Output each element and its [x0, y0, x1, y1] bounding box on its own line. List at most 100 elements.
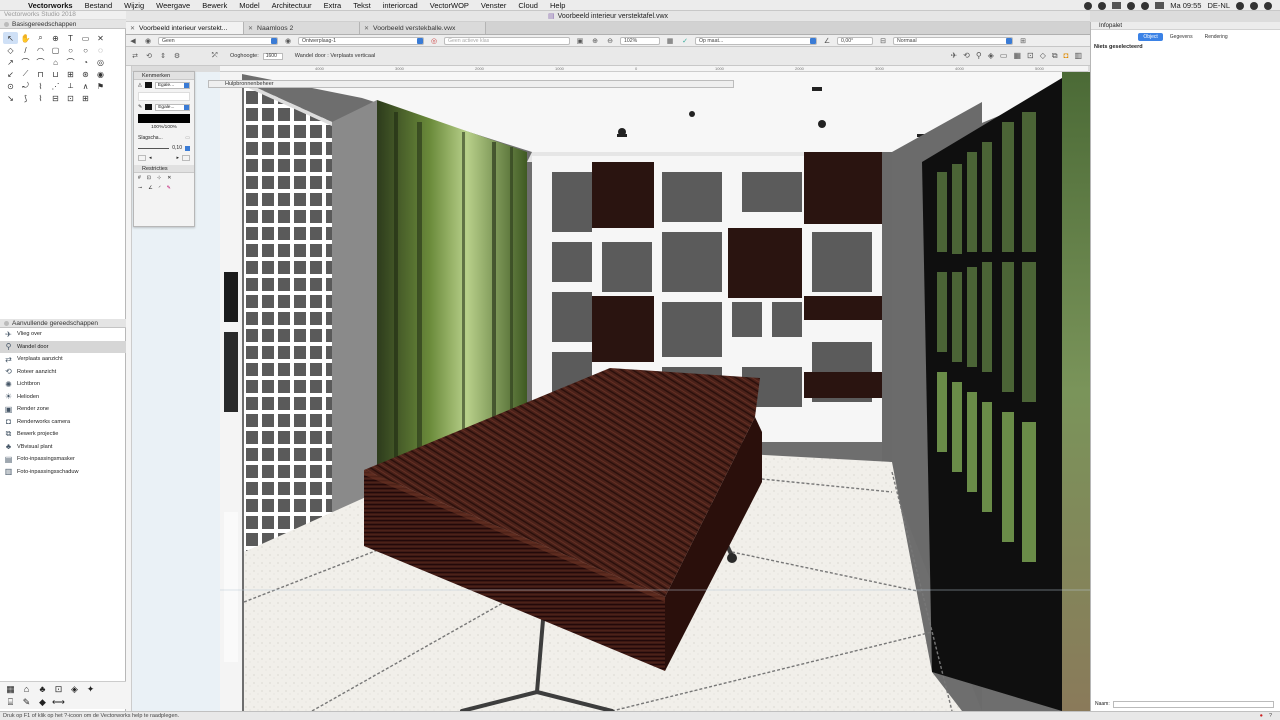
layers-icon[interactable]: ◇ [1040, 51, 1046, 61]
page-icon[interactable]: ▭ [1000, 51, 1008, 61]
tool-button[interactable]: ⌕ [33, 32, 48, 44]
rotate-icon[interactable]: ⟲ [963, 51, 970, 61]
aanvullende-item[interactable]: ⟲ Roteer aanzicht [0, 366, 126, 379]
menu-venster[interactable]: Venster [475, 1, 512, 10]
user-icon[interactable] [1250, 1, 1258, 10]
tool-button[interactable]: ✋ [18, 32, 33, 44]
layer-select[interactable]: Ontwerplaag-1 [298, 36, 424, 45]
menu-vectorwop[interactable]: VectorWOP [424, 1, 475, 10]
tool-button[interactable]: ⌇ [33, 80, 48, 92]
camera-reset-icon[interactable]: ⤱ [210, 52, 220, 61]
angle-icon[interactable]: ∠ [822, 36, 832, 45]
layer-visibility-icon[interactable]: ◉ [283, 36, 293, 45]
arrow-left-icon[interactable] [138, 155, 146, 161]
arrowhead-end-icon[interactable]: ▸ [176, 155, 179, 161]
toolset-render-icon[interactable]: ◈ [67, 683, 82, 695]
stack-icon[interactable]: ⧉ [1052, 51, 1058, 61]
input-locale[interactable]: DE-NL [1207, 1, 1230, 10]
mode-rotate-icon[interactable]: ⟲ [144, 52, 154, 61]
snap-intersection-icon[interactable]: ✕ [167, 175, 171, 181]
close-tab-icon[interactable]: ✕ [130, 25, 135, 32]
snap-point-icon[interactable]: ⊹ [157, 175, 161, 181]
snap-distance-icon[interactable]: ⊸ [138, 185, 142, 191]
arrow-right-icon[interactable] [182, 155, 190, 161]
tool-button[interactable]: ⌒ [33, 56, 48, 68]
doc-tab-1[interactable]: ✕ Voorbeeld interieur verstekt... [126, 22, 244, 34]
warning-icon[interactable]: ● [1260, 713, 1263, 719]
grid-icon[interactable]: ▦ [665, 36, 675, 45]
panel-icon[interactable]: ▥ [1074, 51, 1082, 61]
toolset-3d-icon[interactable]: ◆ [35, 696, 50, 708]
menu-app[interactable]: Vectorworks [22, 1, 79, 10]
toolset-building-icon[interactable]: ⌂ [19, 683, 34, 695]
doc-tab-2[interactable]: ✕ Naamloos 2 [244, 22, 360, 34]
clock[interactable]: Ma 09:55 [1170, 1, 1201, 10]
render-select[interactable]: Normaal [893, 36, 1013, 45]
aanvullende-item[interactable]: ♣ VBvisual plant [0, 441, 126, 454]
aanvullende-item[interactable]: ▥ Foto-inpassingsschaduw [0, 466, 126, 479]
tool-button[interactable]: ↙ [3, 68, 18, 80]
tool-button[interactable]: ◇ [3, 44, 18, 56]
zoom-out-icon[interactable]: ⊖ [605, 36, 615, 45]
tool-button[interactable]: ⊔ [48, 68, 63, 80]
active-class-icon[interactable]: ◎ [429, 36, 439, 45]
menu-tekst[interactable]: Tekst [347, 1, 377, 10]
active-class-select[interactable]: Geen actieve klas [444, 36, 570, 45]
snap-object-icon[interactable]: ⊡ [147, 175, 151, 181]
close-tab-icon[interactable]: ✕ [364, 25, 369, 32]
menu-bestand[interactable]: Bestand [79, 1, 119, 10]
volume-icon[interactable] [1141, 1, 1150, 10]
tab-rendering[interactable]: Rendering [1200, 33, 1233, 41]
tool-button[interactable]: ◠ [33, 44, 48, 56]
flyover-icon[interactable]: ✈ [950, 51, 957, 61]
toolset-detail-icon[interactable]: ⊡ [51, 683, 66, 695]
aanvullende-item[interactable]: ⇄ Verplaats aanzicht [0, 353, 126, 366]
toolset-dims-icon[interactable]: ⟷ [51, 696, 66, 708]
line-thickness-value[interactable]: 0,10 [172, 145, 182, 151]
aanvullende-item[interactable]: ◘ Renderworks camera [0, 416, 126, 429]
options-icon[interactable]: ⊞ [1018, 36, 1028, 45]
angle-field[interactable]: 0,00° [837, 36, 873, 45]
camera-icon[interactable]: ◘ [1064, 51, 1069, 61]
snap-grid-icon[interactable]: # [138, 175, 141, 181]
dropbox-icon[interactable] [1084, 1, 1093, 10]
snap-tangent-icon[interactable]: ◜ [159, 185, 161, 191]
menu-architectuur[interactable]: Architectuur [266, 1, 318, 10]
tool-button[interactable]: ⟆ [18, 92, 33, 104]
fill-swatch[interactable] [144, 82, 152, 88]
aanvullende-item[interactable]: ▣ Render zone [0, 403, 126, 416]
menu-cloud[interactable]: Cloud [512, 1, 544, 10]
aanvullende-item[interactable]: ▤ Foto-inpassingsmasker [0, 453, 126, 466]
tool-button[interactable]: ∧ [78, 80, 93, 92]
aanvullende-item[interactable]: ✈ Vlieg over [0, 328, 126, 341]
tool-button[interactable]: ◉ [93, 68, 108, 80]
name-field[interactable] [1112, 700, 1274, 708]
toolset-visual-icon[interactable]: ✦ [83, 683, 98, 695]
tool-button[interactable]: ↘ [3, 92, 18, 104]
eye-height-field[interactable]: 1600 [262, 52, 283, 60]
pen-swatch[interactable] [145, 104, 153, 110]
tool-button[interactable]: ⌒ [63, 56, 78, 68]
doc-tab-3[interactable]: ✕ Voorbeeld verstekballe.vwx [360, 22, 486, 34]
menu-wijzig[interactable]: Wijzig [118, 1, 150, 10]
menu-interiorcad[interactable]: interiorcad [377, 1, 424, 10]
toolset-landscape-icon[interactable]: ♣ [35, 683, 50, 695]
aanvullende-item[interactable]: ⚲ Wandel door [0, 340, 126, 353]
view-cube-icon[interactable]: ◈ [988, 51, 994, 61]
view-select[interactable]: Op maat... [695, 36, 817, 45]
drawing-area[interactable] [132, 72, 1090, 711]
tool-button[interactable]: ◔ [78, 56, 93, 68]
pen-icon[interactable]: ✎ [138, 104, 142, 110]
tool-button[interactable]: ↗ [3, 56, 18, 68]
tool-button[interactable]: ⟂ [63, 80, 78, 92]
tool-button[interactable]: ⌂ [48, 56, 63, 68]
tool-button[interactable]: ▢ [48, 44, 63, 56]
tool-button[interactable]: T [63, 32, 78, 44]
tool-button[interactable]: / [18, 44, 33, 56]
menu-bewerk[interactable]: Bewerk [196, 1, 233, 10]
flag-icon[interactable] [1155, 2, 1165, 9]
menu-help[interactable]: Help [544, 1, 571, 10]
tool-button[interactable]: ⊙ [3, 80, 18, 92]
toolset-basic-icon[interactable]: ▦ [3, 683, 18, 695]
tool-button[interactable]: ▭ [78, 32, 93, 44]
